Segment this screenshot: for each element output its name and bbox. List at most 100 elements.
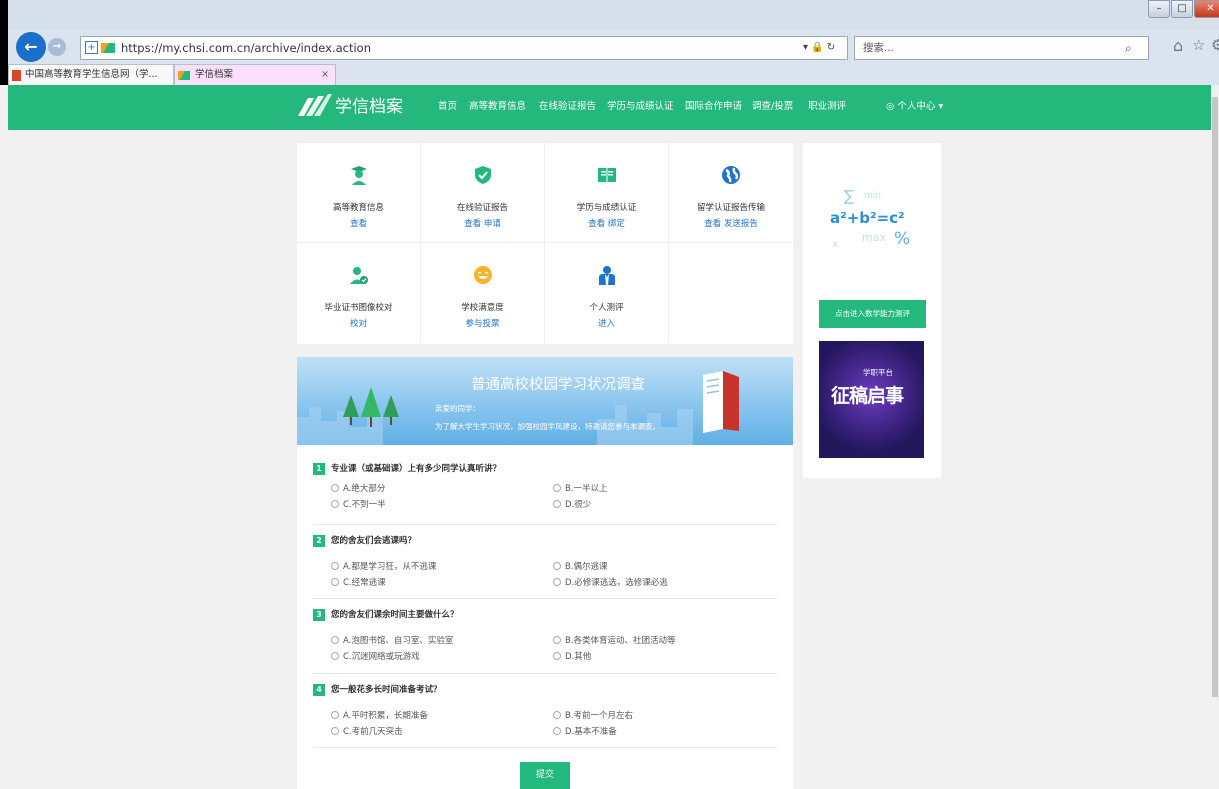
close-window-button[interactable]: ✕ [1194, 0, 1219, 18]
nav-higher-edu[interactable]: 高等教育信息 [469, 85, 526, 130]
survey-banner: 普通高校校园学习状况调查 亲爱的同学： 为了解大学生学习状况，加强校园学风建设，… [297, 357, 793, 445]
search-icon[interactable]: ⌕ [1125, 37, 1132, 59]
option-c[interactable]: C.不到一半 [331, 498, 386, 510]
service-link-view[interactable]: 查看 [588, 219, 605, 229]
radio-icon[interactable] [553, 636, 561, 644]
shield-check-icon [474, 166, 491, 184]
nav-intl[interactable]: 国际合作申请 [685, 85, 742, 130]
radio-icon[interactable] [331, 578, 339, 586]
math-sum: ∑ [844, 187, 855, 205]
service-title: 学校满意度 [461, 303, 504, 313]
service-title: 毕业证书图像校对 [324, 303, 393, 313]
survey-title: 普通高校校园学习状况调查 [471, 377, 645, 393]
nav-career[interactable]: 职业测评 [808, 85, 846, 130]
option-b[interactable]: B.一半以上 [553, 482, 608, 494]
radio-icon[interactable] [331, 652, 339, 660]
gear-icon[interactable]: ⚙ [1211, 36, 1219, 54]
page-scrollbar[interactable] [1211, 85, 1219, 789]
option-b[interactable]: B.偶尔逃课 [553, 560, 608, 572]
question-4: 4 您一般花多长时间准备考试？ A.平时积累，长期准备 B.考前一个月左右 C.考… [313, 683, 777, 737]
radio-icon[interactable] [553, 562, 561, 570]
logo-icon[interactable] [298, 94, 332, 118]
radio-icon[interactable] [553, 500, 561, 508]
option-b[interactable]: B.考前一个月左右 [553, 709, 633, 721]
service-link-view[interactable]: 查看 [350, 219, 367, 229]
maximize-button[interactable]: □ [1171, 0, 1193, 18]
radio-icon[interactable] [331, 562, 339, 570]
search-box[interactable]: 搜索... ⌕ [854, 36, 1149, 60]
option-b[interactable]: B.各类体育运动、社团活动等 [553, 634, 676, 646]
radio-icon[interactable] [553, 578, 561, 586]
service-link-bind[interactable]: 绑定 [608, 219, 625, 229]
nav-survey[interactable]: 调查/投票 [752, 85, 793, 130]
option-a[interactable]: A.平时积累，长期准备 [331, 709, 428, 721]
nav-online-report[interactable]: 在线验证报告 [539, 85, 596, 130]
tab-close-icon[interactable]: × [321, 65, 329, 85]
address-row: ← → + https://my.chsi.com.cn/archive/ind… [8, 30, 1219, 66]
service-link-view[interactable]: 查看 [464, 219, 481, 229]
home-icon[interactable]: ⌂ [1173, 36, 1183, 55]
services-panel: 高等教育信息 查看 在线验证报告 查看 申请 学历与成绩认证 查看 绑定 留学认… [297, 143, 793, 344]
option-d[interactable]: D.必修课逃选，选修课必逃 [553, 576, 668, 588]
service-online-report: 在线验证报告 查看 申请 [421, 143, 545, 243]
service-link-view[interactable]: 查看 [704, 219, 721, 229]
radio-icon[interactable] [331, 711, 339, 719]
tab-favicon [178, 71, 190, 80]
search-placeholder: 搜索... [863, 42, 895, 54]
service-link-send[interactable]: 发送报告 [724, 219, 758, 229]
radio-icon[interactable] [553, 484, 561, 492]
tab-xuexin-archive[interactable]: 学信档案 × [174, 64, 336, 85]
logo-text[interactable]: 学信档案 [335, 85, 403, 130]
arrow-left-icon: ← [24, 37, 38, 56]
service-assessment: 个人测评 进入 [545, 243, 669, 343]
address-bar[interactable]: + https://my.chsi.com.cn/archive/index.a… [80, 36, 848, 60]
tab-label: 中国高等教育学生信息网（学... [25, 69, 158, 80]
nav-degree-cert[interactable]: 学历与成绩认证 [607, 85, 674, 130]
user-menu[interactable]: ◎ 个人中心 ▾ [886, 85, 943, 130]
option-a[interactable]: A.绝大部分 [331, 482, 385, 494]
service-degree-cert: 学历与成绩认证 查看 绑定 [545, 143, 669, 243]
service-link-vote[interactable]: 参与投票 [465, 319, 499, 329]
radio-icon[interactable] [331, 500, 339, 508]
radio-icon[interactable] [331, 636, 339, 644]
service-title: 学历与成绩认证 [576, 203, 637, 213]
submit-button[interactable]: 提交 [520, 762, 570, 789]
business-person-icon [598, 266, 615, 285]
option-c[interactable]: C.经常逃课 [331, 576, 386, 588]
question-number: 3 [313, 609, 325, 621]
tab-chsi-home[interactable]: 中国高等教育学生信息网（学... [8, 64, 174, 85]
divider [313, 747, 777, 748]
math-test-button[interactable]: 点击进入数学能力测评 [819, 300, 926, 328]
option-d[interactable]: D.很少 [553, 498, 591, 510]
radio-icon[interactable] [553, 727, 561, 735]
math-graphic[interactable]: ∑ min a²+b²=c² max % x [822, 183, 922, 263]
option-a[interactable]: A.都是学习狂，从不逃课 [331, 560, 436, 572]
survey-greeting: 亲爱的同学： [435, 404, 480, 413]
radio-icon[interactable] [553, 711, 561, 719]
nav-home[interactable]: 首页 [438, 85, 457, 130]
option-d[interactable]: D.其他 [553, 650, 591, 662]
radio-icon[interactable] [553, 652, 561, 660]
compat-view-icon[interactable]: + [85, 41, 98, 54]
question-number: 4 [313, 684, 325, 696]
option-a[interactable]: A.泡图书馆、自习室、实验室 [331, 634, 453, 646]
radio-icon[interactable] [331, 484, 339, 492]
scrollbar-thumb[interactable] [1212, 97, 1218, 697]
option-d[interactable]: D.基本不准备 [553, 725, 617, 737]
lock-refresh-icons[interactable]: ▾ 🔒 ↻ [803, 37, 835, 59]
forward-button[interactable]: → [48, 38, 66, 56]
option-c[interactable]: C.考前几天突击 [331, 725, 403, 737]
option-c[interactable]: C.沉迷网络或玩游戏 [331, 650, 420, 662]
service-link-enter[interactable]: 进入 [598, 319, 615, 329]
service-link-apply[interactable]: 申请 [484, 219, 501, 229]
back-button[interactable]: ← [16, 32, 46, 62]
radio-icon[interactable] [331, 727, 339, 735]
math-x: x [832, 239, 838, 250]
tab-bar: 中国高等教育学生信息网（学... 学信档案 × [8, 64, 1219, 85]
minimize-button[interactable]: – [1148, 0, 1170, 18]
favorites-star-icon[interactable]: ☆ [1192, 36, 1205, 54]
service-link-proofread[interactable]: 校对 [350, 319, 367, 329]
question-number: 2 [313, 535, 325, 547]
service-cert-photo: 毕业证书图像校对 校对 [297, 243, 421, 343]
call-for-papers-banner[interactable]: 学职平台 征稿启事 [819, 341, 924, 458]
